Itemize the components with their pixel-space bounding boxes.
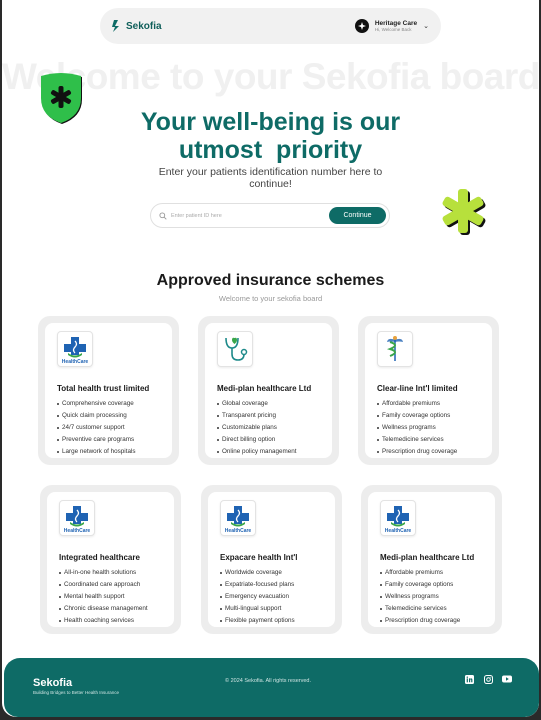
feature-item: Customizable plans — [217, 422, 332, 434]
sekofia-logo-icon — [110, 19, 122, 33]
feature-item: Global coverage — [217, 398, 332, 410]
brand-name: Sekofia — [126, 20, 162, 32]
hero-title-line2: utmost priority — [178, 136, 363, 164]
feature-item: Affordable premiums — [380, 567, 495, 579]
insurance-card[interactable]: HealthCare Expacare health Int'l Worldwide… — [201, 485, 342, 634]
insurance-card-title: Expacare health Int'l — [220, 553, 298, 562]
feature-item: Prescription drug coverage — [377, 446, 492, 458]
caduceus-logo — [377, 331, 413, 367]
insurance-card-body: HealthCare Total health trust limited Comp… — [45, 323, 172, 458]
feature-item: Comprehensive coverage — [57, 398, 172, 410]
feature-item: Health coaching services — [59, 615, 174, 627]
insurance-card-title: Medi-plan healthcare Ltd — [217, 384, 312, 393]
user-name: Heritage Care — [374, 20, 418, 27]
insurance-card[interactable]: HealthCare Integrated healthcare All-in-on… — [40, 485, 181, 634]
chevron-down-icon[interactable]: ⌄ — [423, 22, 429, 30]
healthcare-cross-logo: HealthCare — [380, 500, 416, 536]
svg-text:HealthCare: HealthCare — [62, 359, 89, 364]
feature-list: Affordable premiums Family coverage optio… — [377, 398, 492, 458]
feature-item: Family coverage options — [377, 410, 492, 422]
page: Sekofia Heritage Care Hi, Welcome Back ⌄… — [2, 0, 539, 717]
svg-text:HealthCare: HealthCare — [64, 528, 91, 533]
feature-item: Affordable premiums — [377, 398, 492, 410]
top-navbar: Sekofia Heritage Care Hi, Welcome Back ⌄ — [100, 8, 441, 44]
linkedin-icon[interactable] — [464, 674, 474, 684]
footer-brand: Sekofia — [33, 677, 73, 689]
feature-item: Transparent pricing — [217, 410, 332, 422]
social-links — [464, 674, 512, 684]
feature-item: Worldwide coverage — [220, 567, 335, 579]
svg-text:HealthCare: HealthCare — [225, 528, 252, 533]
feature-item: Wellness programs — [380, 591, 495, 603]
hero-title: Your well-being is our utmost priority — [2, 108, 539, 164]
footer: Sekofia Building Bridges to Better Healt… — [4, 658, 539, 717]
feature-item: All-in-one health solutions — [59, 567, 174, 579]
healthcare-cross-logo: HealthCare — [57, 331, 93, 367]
continue-button[interactable]: Continue — [329, 207, 386, 224]
feature-item: Prescription drug coverage — [380, 615, 495, 627]
healthcare-cross-logo: HealthCare — [220, 500, 256, 536]
hero-title-line1: Your well-being is our — [140, 108, 401, 136]
feature-list: Worldwide coverage Expatriate-focused pla… — [220, 567, 335, 627]
feature-item: Flexible payment options — [220, 615, 335, 627]
feature-item: Multi-lingual support — [220, 603, 335, 615]
footer-tagline: Building Bridges to Better Health Insura… — [33, 690, 120, 695]
footer-copyright: © 2024 Sekofia. All rights reserved. — [225, 678, 311, 684]
svg-text:HealthCare: HealthCare — [385, 528, 412, 533]
feature-item: Coordinated care approach — [59, 579, 174, 591]
insurance-card-title: Clear-line Int'l limited — [377, 384, 458, 393]
youtube-icon[interactable] — [502, 674, 512, 684]
healthcare-cross-logo: HealthCare — [59, 500, 95, 536]
user-greeting: Hi, Welcome Back — [374, 27, 412, 32]
feature-item: Mental health support — [59, 591, 174, 603]
insurance-card-body: HealthCare Expacare health Int'l Worldwide… — [208, 492, 335, 627]
patient-id-input[interactable] — [171, 212, 329, 219]
stethoscope-heart-logo — [217, 331, 253, 367]
hero-subtitle: Enter your patients identification numbe… — [158, 166, 383, 190]
user-menu[interactable]: Heritage Care Hi, Welcome Back ⌄ — [354, 19, 429, 33]
feature-item: Quick claim processing — [57, 410, 172, 422]
feature-list: Affordable premiums Family coverage optio… — [380, 567, 495, 627]
insurance-card-title: Total health trust limited — [57, 384, 150, 393]
feature-item: Chronic disease management — [59, 603, 174, 615]
insurance-card[interactable]: Medi-plan healthcare Ltd Global coverage T… — [198, 316, 339, 465]
user-avatar-icon — [354, 19, 369, 33]
insurance-card-title: Integrated healthcare — [59, 553, 140, 562]
schemes-title: Approved insurance schemes — [156, 272, 385, 289]
insurance-card-body: HealthCare Medi-plan healthcare Ltd Afford… — [368, 492, 495, 627]
insurance-card-body: Medi-plan healthcare Ltd Global coverage T… — [205, 323, 332, 458]
feature-item: 24/7 customer support — [57, 422, 172, 434]
feature-item: Online policy management — [217, 446, 332, 458]
feature-item: Telemedicine services — [377, 434, 492, 446]
feature-item: Emergency evacuation — [220, 591, 335, 603]
insurance-card[interactable]: Clear-line Int'l limited Affordable premi… — [358, 316, 499, 465]
search-icon — [159, 207, 167, 225]
feature-list: All-in-one health solutions Coordinated c… — [59, 567, 174, 627]
insurance-card[interactable]: HealthCare Total health trust limited Comp… — [38, 316, 179, 465]
insurance-card-body: Clear-line Int'l limited Affordable premi… — [365, 323, 492, 458]
feature-item: Expatriate-focused plans — [220, 579, 335, 591]
brand-logo[interactable]: Sekofia — [110, 19, 162, 33]
feature-item: Telemedicine services — [380, 603, 495, 615]
feature-item: Large network of hospitals — [57, 446, 172, 458]
feature-item: Family coverage options — [380, 579, 495, 591]
schemes-subtitle: Welcome to your sekofia board — [218, 294, 323, 303]
feature-list: Comprehensive coverage Quick claim proces… — [57, 398, 172, 458]
feature-item: Wellness programs — [377, 422, 492, 434]
patient-search-bar: Continue — [150, 203, 390, 228]
asterisk-decoration-icon — [440, 188, 488, 241]
feature-item: Preventive care programs — [57, 434, 172, 446]
insurance-card[interactable]: HealthCare Medi-plan healthcare Ltd Afford… — [361, 485, 502, 634]
instagram-icon[interactable] — [483, 674, 493, 684]
feature-item: Direct billing option — [217, 434, 332, 446]
feature-list: Global coverage Transparent pricing Custom… — [217, 398, 332, 458]
insurance-card-body: HealthCare Integrated healthcare All-in-on… — [47, 492, 174, 627]
insurance-card-title: Medi-plan healthcare Ltd — [380, 553, 475, 562]
